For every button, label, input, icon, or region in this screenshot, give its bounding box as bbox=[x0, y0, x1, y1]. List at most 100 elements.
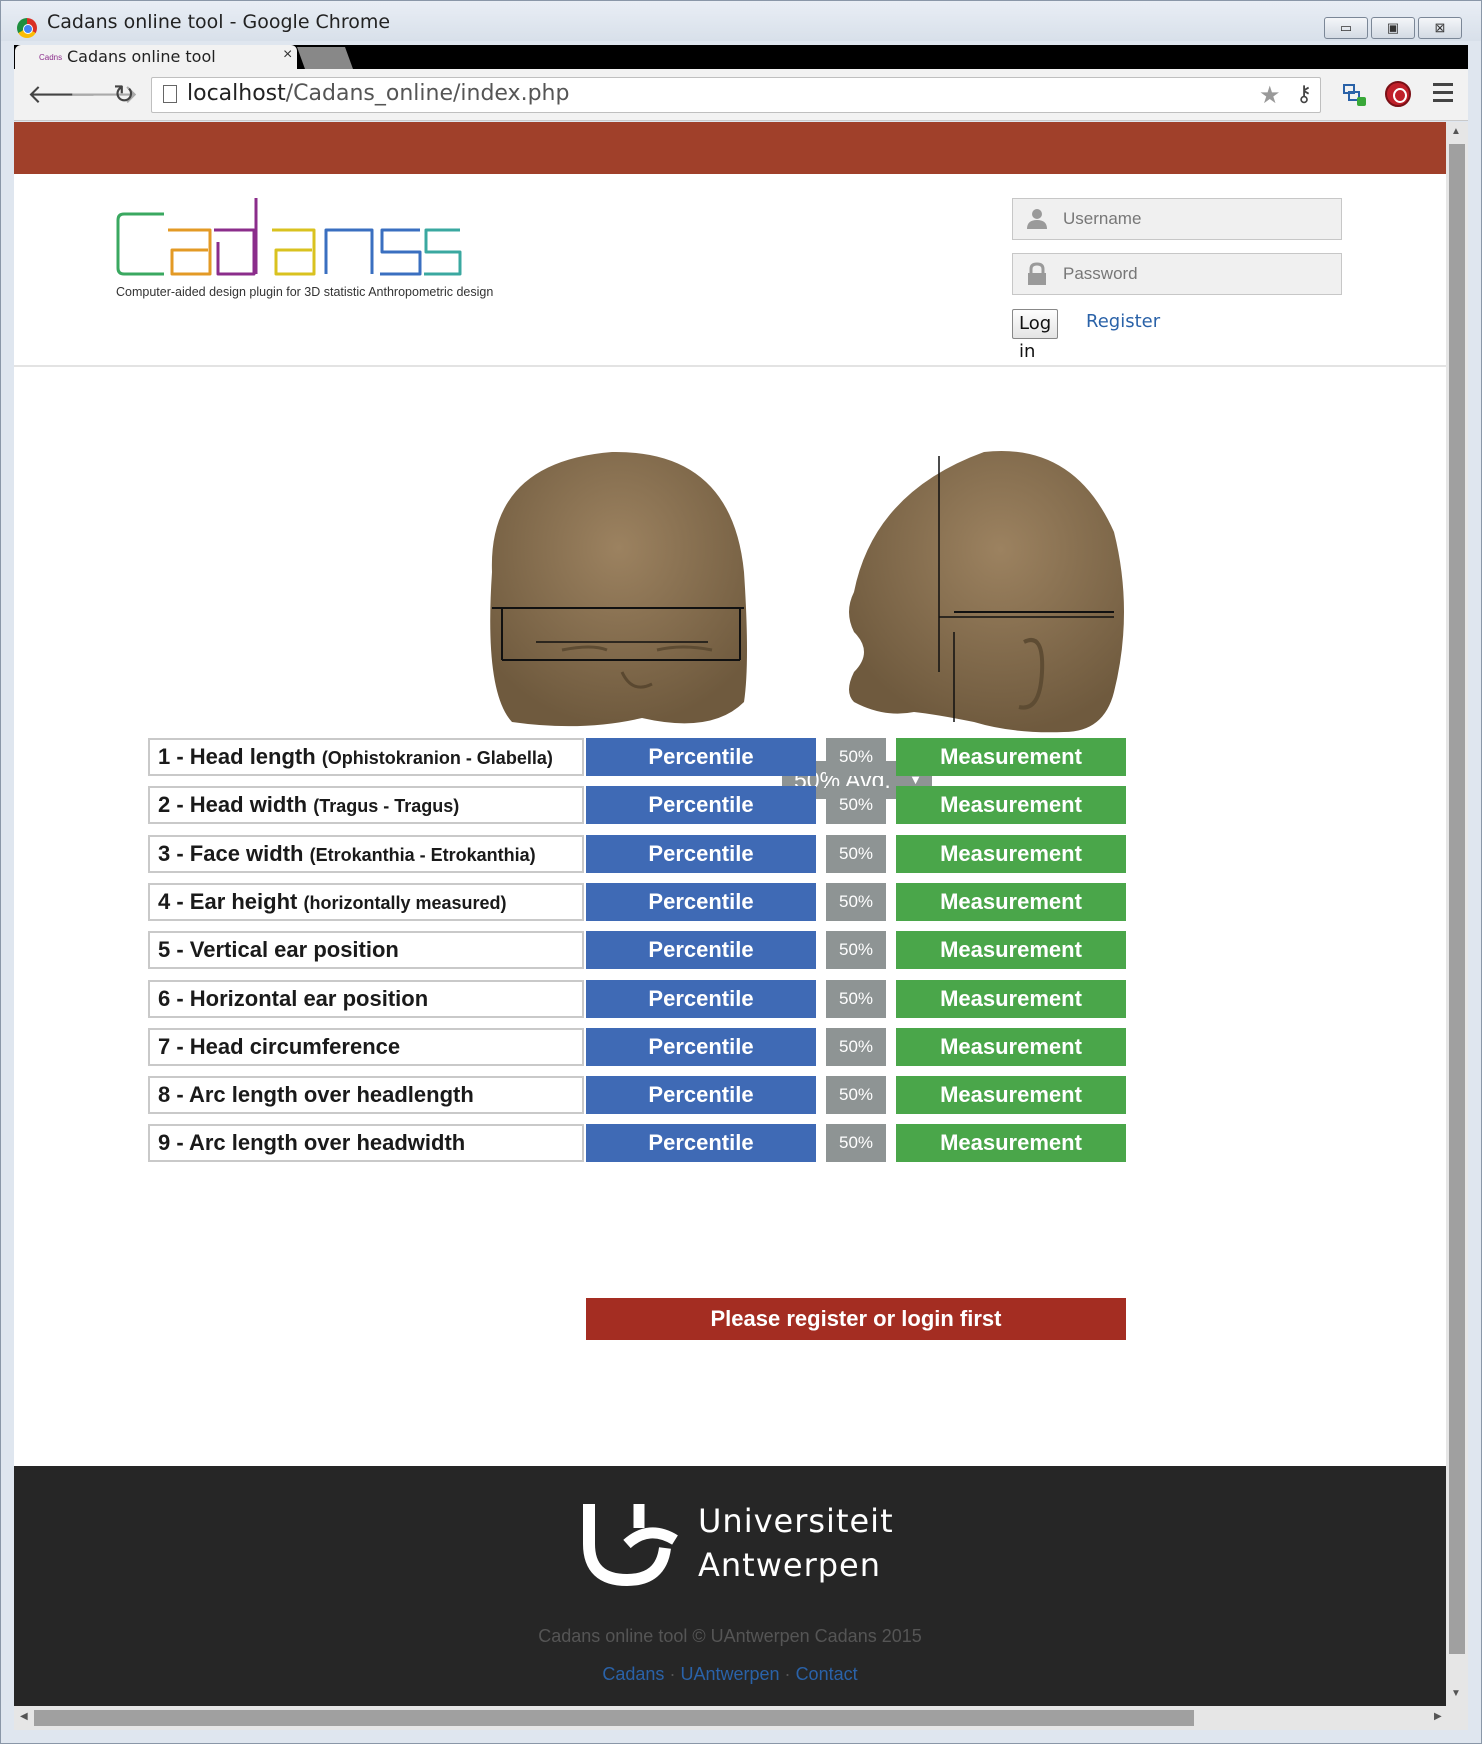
page-viewport: Computer-aided design plugin for 3D stat… bbox=[14, 122, 1446, 1706]
header-divider bbox=[14, 365, 1446, 367]
percent-badge: 50% bbox=[826, 883, 886, 921]
percent-badge: 50% bbox=[826, 738, 886, 776]
horizontal-scroll-thumb[interactable] bbox=[34, 1710, 1194, 1726]
measurement-button[interactable]: Measurement bbox=[896, 835, 1126, 873]
measurement-label: 1 - Head length (Ophistokranion - Glabel… bbox=[148, 738, 584, 776]
measurement-button[interactable]: Measurement bbox=[896, 1124, 1126, 1162]
browser-tab[interactable]: Cadns Cadans online tool × bbox=[15, 45, 297, 69]
scroll-down-icon[interactable]: ▼ bbox=[1451, 1688, 1461, 1699]
password-field[interactable] bbox=[1012, 253, 1342, 295]
close-window-button[interactable]: ⊠ bbox=[1418, 17, 1462, 39]
measurement-label: 4 - Ear height (horizontally measured) bbox=[148, 883, 584, 921]
measurement-name: 8 - Arc length over headlength bbox=[158, 1082, 474, 1107]
user-icon bbox=[1027, 209, 1047, 229]
scroll-left-icon[interactable]: ◀ bbox=[20, 1711, 28, 1722]
measurement-button[interactable]: Measurement bbox=[896, 980, 1126, 1018]
measurement-label: 2 - Head width (Tragus - Tragus) bbox=[148, 786, 584, 824]
register-link[interactable]: Register bbox=[1086, 311, 1160, 332]
logo-tagline: Computer-aided design plugin for 3D stat… bbox=[116, 285, 493, 299]
footer-link-cadans[interactable]: Cadans bbox=[602, 1664, 664, 1684]
password-input[interactable] bbox=[1063, 260, 1333, 288]
head-front-view bbox=[490, 451, 747, 727]
percentile-button[interactable]: Percentile bbox=[586, 738, 816, 776]
maximize-button[interactable]: ▣ bbox=[1371, 17, 1415, 39]
percentile-button[interactable]: Percentile bbox=[586, 1076, 816, 1114]
url-host: localhost bbox=[187, 81, 286, 106]
footer-links: Cadans · UAntwerpen · Contact bbox=[14, 1664, 1446, 1685]
percent-badge: 50% bbox=[826, 1076, 886, 1114]
username-input[interactable] bbox=[1063, 205, 1333, 233]
footer-separator: · bbox=[669, 1664, 676, 1684]
measurement-label: 6 - Horizontal ear position bbox=[148, 980, 584, 1018]
uantwerpen-logo bbox=[583, 1504, 678, 1587]
measurement-name: 2 - Head width bbox=[158, 792, 308, 817]
percentile-button[interactable]: Percentile bbox=[586, 931, 816, 969]
measurement-label: 5 - Vertical ear position bbox=[148, 931, 584, 969]
percent-badge: 50% bbox=[826, 931, 886, 969]
horizontal-scrollbar[interactable]: ◀ ▶ bbox=[14, 1706, 1468, 1730]
measurement-label: 7 - Head circumference bbox=[148, 1028, 584, 1066]
head-side-view bbox=[849, 451, 1124, 733]
scroll-up-icon[interactable]: ▲ bbox=[1451, 126, 1461, 137]
measurement-detail: (horizontally measured) bbox=[303, 893, 507, 913]
footer-link-contact[interactable]: Contact bbox=[796, 1664, 858, 1684]
tab-favicon-icon: Cadns bbox=[39, 53, 63, 62]
percentile-button[interactable]: Percentile bbox=[586, 835, 816, 873]
reload-icon[interactable]: ↻ bbox=[113, 79, 135, 110]
measurement-label: 9 - Arc length over headwidth bbox=[148, 1124, 584, 1162]
scroll-right-icon[interactable]: ▶ bbox=[1434, 1711, 1442, 1722]
measurement-detail: (Etrokanthia - Etrokanthia) bbox=[309, 845, 536, 865]
register-notice-button[interactable]: Please register or login first bbox=[586, 1298, 1126, 1340]
measurement-name: 4 - Ear height bbox=[158, 889, 298, 914]
measurement-name: 5 - Vertical ear position bbox=[158, 937, 399, 962]
key-icon[interactable]: ⚷ bbox=[1296, 81, 1312, 107]
cadans-logo: Computer-aided design plugin for 3D stat… bbox=[116, 198, 493, 299]
top-bar bbox=[14, 122, 1446, 174]
percent-badge: 50% bbox=[826, 786, 886, 824]
percentile-button[interactable]: Percentile bbox=[586, 786, 816, 824]
new-tab-button[interactable] bbox=[296, 47, 354, 69]
percentile-button[interactable]: Percentile bbox=[586, 1124, 816, 1162]
copyright-text: Cadans online tool © UAntwerpen Cadans 2… bbox=[538, 1626, 922, 1646]
percent-badge: 50% bbox=[826, 980, 886, 1018]
footer-link-uantwerpen[interactable]: UAntwerpen bbox=[680, 1664, 779, 1684]
measurement-button[interactable]: Measurement bbox=[896, 786, 1126, 824]
measurement-name: 6 - Horizontal ear position bbox=[158, 986, 429, 1011]
footer: Universiteit Antwerpen Cadans online too… bbox=[14, 1466, 1446, 1706]
minimize-button[interactable]: ▭ bbox=[1324, 17, 1368, 39]
vertical-scrollbar[interactable]: ▲ ▼ bbox=[1446, 122, 1468, 1706]
university-line2: Antwerpen bbox=[698, 1546, 882, 1584]
measurement-name: 9 - Arc length over headwidth bbox=[158, 1130, 466, 1155]
measurement-name: 1 - Head length bbox=[158, 744, 316, 769]
username-field[interactable] bbox=[1012, 198, 1342, 240]
measurement-label: 8 - Arc length over headlength bbox=[148, 1076, 584, 1114]
tab-close-icon[interactable]: × bbox=[283, 46, 292, 64]
page-icon bbox=[163, 85, 177, 103]
measurement-button[interactable]: Measurement bbox=[896, 738, 1126, 776]
login-button[interactable]: Log in bbox=[1012, 309, 1059, 362]
measurement-label: 3 - Face width (Etrokanthia - Etrokanthi… bbox=[148, 835, 584, 873]
url-text[interactable]: localhost/Cadans_online/index.php bbox=[187, 81, 569, 106]
stop-icon[interactable] bbox=[1385, 81, 1411, 107]
window-title: Cadans online tool - Google Chrome bbox=[47, 11, 391, 33]
menu-icon[interactable] bbox=[1433, 83, 1453, 103]
tab-title: Cadans online tool bbox=[67, 47, 216, 66]
measurement-name: 3 - Face width bbox=[158, 841, 304, 866]
url-path: /Cadans_online/index.php bbox=[285, 81, 570, 106]
title-bar: Cadans online tool - Google Chrome bbox=[1, 1, 1481, 41]
measurement-button[interactable]: Measurement bbox=[896, 1028, 1126, 1066]
percent-badge: 50% bbox=[826, 1124, 886, 1162]
measurement-button[interactable]: Measurement bbox=[896, 883, 1126, 921]
vertical-scroll-thumb[interactable] bbox=[1449, 144, 1465, 1654]
percentile-button[interactable]: Percentile bbox=[586, 883, 816, 921]
percent-badge: 50% bbox=[826, 835, 886, 873]
lock-icon bbox=[1028, 262, 1046, 285]
browser-window: Cadans online tool - Google Chrome ▭ ▣ ⊠… bbox=[0, 0, 1482, 1744]
measurement-button[interactable]: Measurement bbox=[896, 931, 1126, 969]
bookmark-star-icon[interactable]: ★ bbox=[1259, 81, 1281, 110]
percentile-button[interactable]: Percentile bbox=[586, 980, 816, 1018]
percentile-button[interactable]: Percentile bbox=[586, 1028, 816, 1066]
percent-badge: 50% bbox=[826, 1028, 886, 1066]
measurement-button[interactable]: Measurement bbox=[896, 1076, 1126, 1114]
extension-icon[interactable] bbox=[1341, 83, 1367, 107]
